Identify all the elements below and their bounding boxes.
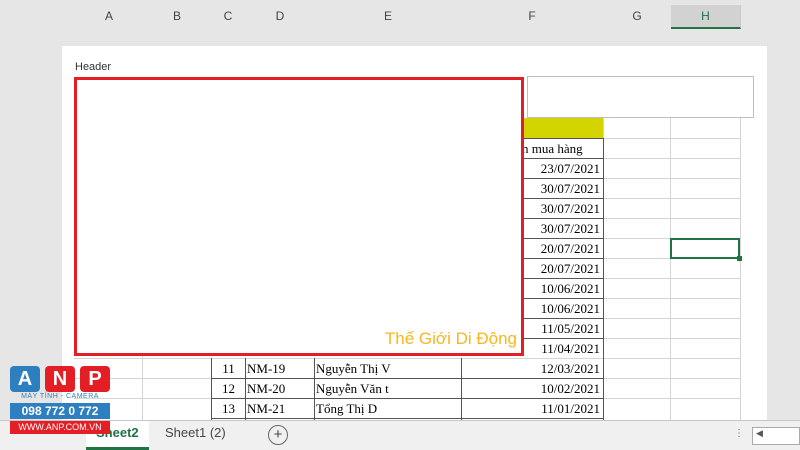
logo-website: WWW.ANP.COM.VN [10, 421, 110, 434]
watermark-text: Thế Giới Di Động [384, 329, 517, 348]
cell-date[interactable]: 30/07/2021 [522, 179, 600, 200]
column-header-c[interactable]: C [211, 5, 246, 27]
cell-date[interactable]: 10/06/2021 [522, 279, 600, 300]
logo-letter-n: N [45, 366, 75, 392]
header-right-section[interactable] [527, 76, 754, 118]
cell-date[interactable]: 30/07/2021 [522, 219, 600, 240]
cell-f-header[interactable]: n mua hàng [522, 139, 600, 160]
sheet-tab-bar: Sheet2 Sheet1 (2) + ⋮ ◀ [0, 420, 800, 450]
cell-date[interactable]: 10/02/2021 [462, 379, 600, 400]
column-header-e[interactable]: E [315, 5, 462, 27]
cell-date[interactable]: 10/06/2021 [522, 299, 600, 320]
scroll-left-icon[interactable]: ◀ [756, 428, 763, 439]
cell-stt[interactable]: 13 [212, 399, 245, 420]
cell-date[interactable]: 11/01/2021 [462, 399, 600, 420]
column-header-d[interactable]: D [245, 5, 316, 27]
anp-logo: A N P MÁY TÍNH - CAMERA 098 772 0 772 WW… [10, 366, 110, 440]
cell-date[interactable]: 30/07/2021 [522, 199, 600, 220]
cell-name[interactable]: Nguyễn Văn t [316, 379, 461, 400]
cell-name[interactable]: Nguyễn Thị V [316, 359, 461, 380]
column-headers: A B C D E F G H [75, 5, 741, 29]
cell-date[interactable]: 20/07/2021 [522, 239, 600, 260]
column-header-g[interactable]: G [603, 5, 672, 27]
column-header-a[interactable]: A [75, 5, 144, 27]
logo-letter-p: P [80, 366, 110, 392]
cell-date[interactable]: 11/05/2021 [522, 319, 600, 340]
tab-sheet1-2[interactable]: Sheet1 (2) [155, 421, 236, 447]
header-label: Header [75, 61, 112, 73]
cell-date[interactable]: 23/07/2021 [522, 159, 600, 180]
logo-phone: 098 772 0 772 [10, 403, 110, 419]
plus-circle-icon[interactable]: + [268, 425, 288, 445]
cell-stt[interactable]: 12 [212, 379, 245, 400]
fill-handle[interactable] [737, 256, 742, 261]
column-header-h[interactable]: H [671, 5, 741, 29]
overlay-box: Thế Giới Di Động [74, 77, 524, 356]
column-header-f[interactable]: F [461, 5, 604, 27]
cell-code[interactable]: NM-20 [247, 379, 314, 400]
cell-code[interactable]: NM-19 [247, 359, 314, 380]
selected-cell[interactable] [670, 238, 740, 259]
header-fill [522, 118, 603, 138]
cell-code[interactable]: NM-21 [247, 399, 314, 420]
horizontal-scrollbar[interactable]: ◀ [752, 427, 800, 445]
cell-date[interactable]: 20/07/2021 [522, 259, 600, 280]
logo-letter-a: A [10, 366, 40, 392]
logo-tagline: MÁY TÍNH - CAMERA [21, 393, 99, 400]
cell-date[interactable]: 11/04/2021 [522, 339, 600, 360]
cell-name[interactable]: Tổng Thị D [316, 399, 461, 420]
column-header-b[interactable]: B [143, 5, 212, 27]
cell-stt[interactable]: 11 [212, 359, 245, 380]
more-options-icon[interactable]: ⋮ [732, 427, 746, 441]
cell-date[interactable]: 12/03/2021 [462, 359, 600, 380]
